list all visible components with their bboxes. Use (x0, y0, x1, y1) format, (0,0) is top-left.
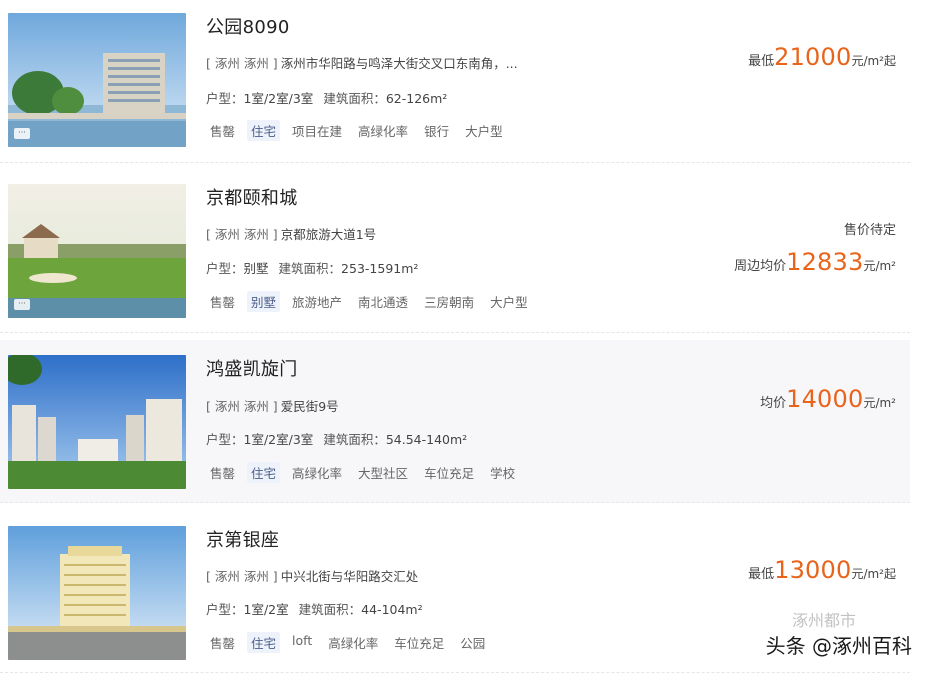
tag: 高绿化率 (328, 636, 379, 651)
price-pending-note: 售价待定 (843, 223, 896, 238)
listing-address: [ 涿州 涿州 ] 涿州市华阳路与鸣泽大街交叉口东南角，... (206, 56, 518, 71)
listing-address: [ 涿州 涿州 ] 京都旅游大道1号 (206, 227, 377, 242)
tag: 项目在建 (292, 124, 343, 139)
tag-type: 别墅 (247, 291, 281, 312)
tag-type: 住宅 (247, 120, 281, 141)
listing-thumbnail[interactable]: ··· (8, 184, 186, 318)
listing-address: [ 涿州 涿州 ] 中兴北街与华阳路交汇处 (206, 569, 419, 584)
listing-price: 均价14000元/m² (760, 385, 896, 413)
listing-card[interactable]: 鸿盛凯旋门 [ 涿州 涿州 ] 爱民街9号 户型：1室/2室/3室 建筑面积：54.… (0, 340, 910, 503)
faint-watermark: 涿州都市 (791, 611, 856, 630)
listing-address: [ 涿州 涿州 ] 爱民街9号 (206, 399, 339, 414)
tag: 高绿化率 (292, 466, 343, 481)
tag: 公园 (460, 636, 486, 651)
chat-icon: ··· (14, 299, 30, 310)
listing-price: 最低13000元/m²起 (748, 556, 896, 584)
listing-card[interactable]: ··· 京都颐和城 [ 涿州 涿州 ] 京都旅游大道1号 户型：别墅 建筑面积：25… (0, 170, 910, 333)
tag: 南北通透 (358, 295, 409, 310)
listing-thumbnail[interactable] (8, 355, 186, 489)
tag: 车位充足 (424, 466, 475, 481)
tag: 学校 (490, 466, 516, 481)
listing-card[interactable]: ··· 公园8090 [ 涿州 涿州 ] 涿州市华阳路与鸣泽大街交叉口东南角，..… (0, 0, 910, 163)
tag-status: 售罄 (210, 466, 236, 481)
toutiao-watermark: 头条 @涿州百科 (765, 634, 912, 658)
listing-title[interactable]: 公园8090 (206, 13, 290, 39)
tag: 大户型 (465, 124, 503, 139)
listing-title[interactable]: 京第银座 (206, 526, 279, 552)
tag: 旅游地产 (292, 295, 343, 310)
listing-tags: 售罄 住宅 loft 高绿化率 车位充足 公园 (206, 632, 489, 653)
tag: loft (292, 633, 313, 648)
tag-status: 售罄 (210, 124, 236, 139)
tag-type: 住宅 (247, 632, 281, 653)
tag-status: 售罄 (210, 636, 236, 651)
listing-title[interactable]: 鸿盛凯旋门 (206, 355, 298, 381)
villa-photo (8, 184, 186, 318)
listing-price: 最低21000元/m²起 (748, 43, 896, 71)
tag: 大型社区 (358, 466, 409, 481)
listing-spec: 户型：1室/2室/3室 建筑面积：54.54-140m² (206, 432, 468, 447)
listing-spec: 户型：1室/2室/3室 建筑面积：62-126m² (206, 91, 448, 106)
tag: 大户型 (490, 295, 528, 310)
tower-photo (8, 526, 186, 660)
tag: 高绿化率 (358, 124, 409, 139)
listing-spec: 户型：1室/2室 建筑面积：44-104m² (206, 602, 423, 617)
listing-thumbnail[interactable] (8, 526, 186, 660)
listing-thumbnail[interactable]: ··· (8, 13, 186, 147)
listing-title[interactable]: 京都颐和城 (206, 184, 298, 210)
listing-spec: 户型：别墅 建筑面积：253-1591m² (206, 261, 419, 276)
tag: 三房朝南 (424, 295, 475, 310)
tag-status: 售罄 (210, 295, 236, 310)
community-photo (8, 355, 186, 489)
listing-tags: 售罄 住宅 高绿化率 大型社区 车位充足 学校 (206, 462, 519, 483)
tag: 车位充足 (394, 636, 445, 651)
tag-type: 住宅 (247, 462, 281, 483)
listing-tags: 售罄 别墅 旅游地产 南北通透 三房朝南 大户型 (206, 291, 532, 312)
listing-tags: 售罄 住宅 项目在建 高绿化率 银行 大户型 (206, 120, 507, 141)
chat-icon: ··· (14, 128, 30, 139)
building-photo (8, 13, 186, 147)
listing-price: 周边均价12833元/m² (734, 248, 896, 276)
tag: 银行 (424, 124, 450, 139)
